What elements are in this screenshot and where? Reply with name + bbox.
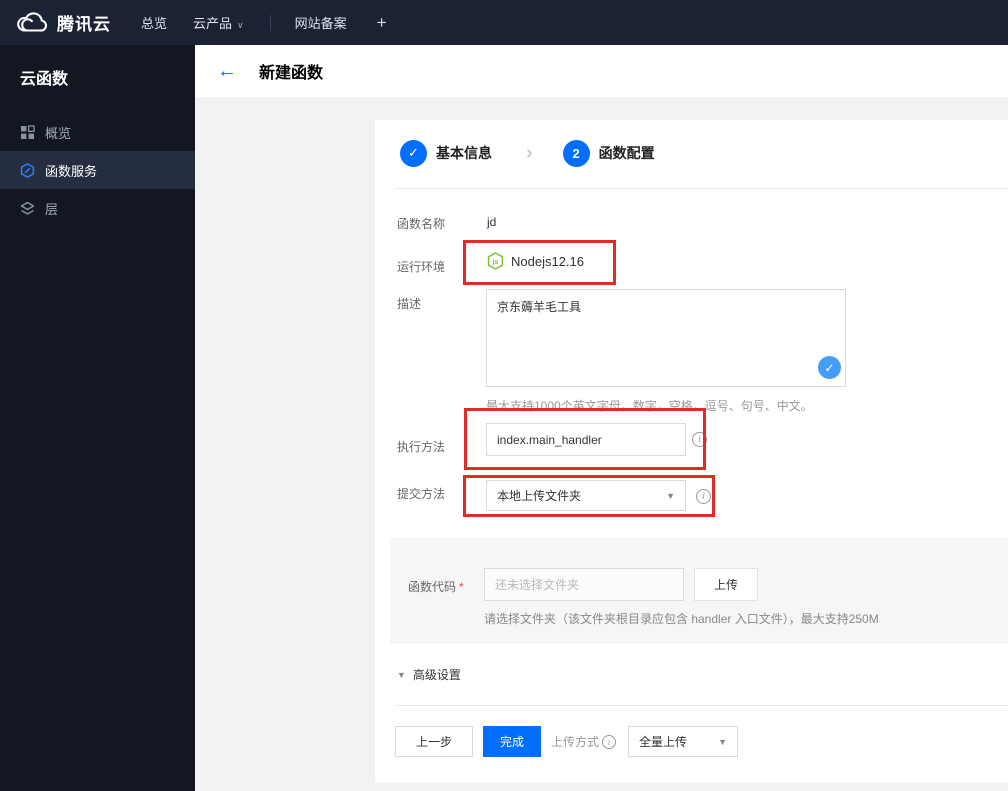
upload-mode-select[interactable]: 全量上传 ▼ — [628, 726, 738, 757]
upload-mode-info-icon[interactable]: i — [602, 734, 617, 749]
brand-name: 腾讯云 — [57, 15, 111, 34]
submit-method-select[interactable]: 本地上传文件夹 ▼ — [486, 480, 686, 511]
chevron-down-icon: ∨ — [237, 20, 244, 30]
advanced-settings-label: 高级设置 — [412, 668, 461, 682]
caret-down-icon: ▼ — [666, 490, 675, 501]
topbar: 腾讯云 总览 云产品 ∨ 网站备案 + — [0, 0, 1008, 45]
tencent-cloud-logo[interactable]: 腾讯云 — [14, 10, 111, 35]
sidebar: 云函数 概览 函数服务 层 — [0, 45, 195, 791]
handler-info-icon[interactable]: i — [692, 432, 707, 447]
valid-check-badge: ✓ — [818, 356, 841, 379]
page-header: ← 新建函数 — [195, 45, 1008, 97]
add-tab-icon[interactable]: + — [377, 13, 387, 33]
cloud-logo-icon — [14, 11, 48, 35]
sidebar-item-layers[interactable]: 层 — [0, 189, 195, 227]
sidebar-title: 云函数 — [20, 71, 69, 88]
submit-method-label: 提交方法 — [397, 487, 446, 501]
runtime-value-row: js Nodejs12.16 — [487, 252, 584, 270]
topbar-nav: 总览 云产品 ∨ 网站备案 + — [141, 13, 387, 33]
function-code-helper: 请选择文件夹（该文件夹根目录应包含 handler 入口文件），最大支持250M — [484, 612, 879, 626]
folder-path-input[interactable] — [484, 568, 684, 601]
step1-label: 基本信息 — [436, 145, 492, 161]
nav-divider — [269, 14, 271, 31]
function-icon — [20, 162, 35, 178]
step2-number: 2 — [562, 139, 590, 167]
nav-overview[interactable]: 总览 — [141, 13, 167, 32]
sidebar-item-function-service[interactable]: 函数服务 — [0, 151, 195, 189]
function-name-value: jd — [487, 215, 497, 229]
submit-method-info-icon[interactable]: i — [696, 489, 711, 504]
sidebar-item-label: 层 — [45, 201, 59, 217]
sidebar-item-label: 函数服务 — [45, 163, 98, 179]
function-code-label: 函数代码 * — [408, 580, 464, 594]
upload-mode-label: 上传方式 — [551, 735, 600, 749]
submit-method-value: 本地上传文件夹 — [497, 489, 582, 503]
svg-text:js: js — [492, 259, 499, 266]
function-code-section: 函数代码* 上传 请选择文件夹（该文件夹根目录应包含 handler 入口文件）… — [390, 538, 1008, 644]
upload-button[interactable]: 上传 — [694, 568, 758, 601]
step-chevron-icon: › — [526, 141, 533, 164]
check-icon: ✓ — [824, 360, 835, 375]
required-mark: * — [459, 580, 464, 594]
function-name-label: 函数名称 — [397, 217, 446, 231]
grid-icon — [20, 124, 35, 140]
upload-mode-value: 全量上传 — [639, 735, 688, 749]
upload-mode-row: 上传方式 i — [551, 733, 617, 750]
step1-check-icon: ✓ — [400, 139, 427, 167]
step2-label: 函数配置 — [598, 145, 655, 161]
nodejs-icon: js — [487, 252, 504, 270]
layers-icon — [20, 201, 35, 216]
description-label: 描述 — [397, 297, 422, 311]
steps-divider — [395, 188, 1008, 189]
description-helper: 最大支持1000个英文字母，数字，空格，逗号、句号、中文。 — [486, 399, 813, 413]
caret-down-icon: ▼ — [718, 736, 727, 747]
previous-step-button[interactable]: 上一步 — [395, 726, 473, 757]
advanced-settings-toggle[interactable]: ▼ 高级设置 — [397, 666, 461, 683]
sidebar-item-overview[interactable]: 概览 — [0, 113, 195, 151]
finish-button[interactable]: 完成 — [483, 726, 541, 757]
page-title: 新建函数 — [259, 65, 324, 82]
nav-cloud-products[interactable]: 云产品 ∨ — [193, 13, 244, 32]
handler-input[interactable] — [486, 423, 686, 456]
handler-label: 执行方法 — [397, 440, 446, 454]
create-function-panel: ✓ 基本信息 › 2 函数配置 函数名称 jd 运行环境 js Nodejs12… — [375, 120, 1008, 783]
caret-down-icon: ▼ — [397, 669, 406, 680]
sidebar-item-label: 概览 — [45, 125, 72, 141]
nav-website-filing[interactable]: 网站备案 — [295, 13, 347, 32]
runtime-value: Nodejs12.16 — [511, 253, 584, 269]
description-textarea[interactable]: 京东薅羊毛工具 — [486, 289, 846, 387]
footer-divider — [395, 705, 1008, 706]
back-arrow-icon[interactable]: ← — [217, 61, 237, 81]
step-indicator: ✓ 基本信息 › 2 函数配置 — [400, 139, 655, 167]
sidebar-menu: 概览 函数服务 层 — [0, 113, 195, 227]
runtime-label: 运行环境 — [397, 260, 446, 274]
